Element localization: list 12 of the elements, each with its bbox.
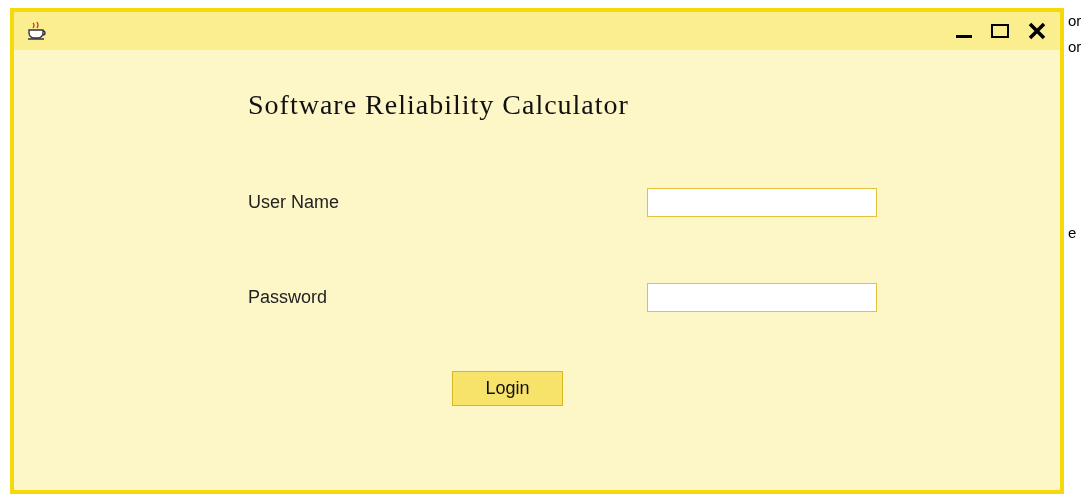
maximize-button[interactable] <box>990 21 1010 41</box>
app-heading: Software Reliability Calculator <box>248 88 630 122</box>
field-label: Password <box>248 286 329 309</box>
login-button[interactable]: Login <box>452 371 563 406</box>
background-text: or <box>1068 11 1083 31</box>
text-field[interactable] <box>647 188 877 217</box>
close-button[interactable] <box>1026 20 1048 42</box>
coffee-cup-icon <box>26 21 48 41</box>
background-text: e <box>1068 223 1078 243</box>
background-text: or <box>1068 37 1083 57</box>
field-label: User Name <box>248 191 341 214</box>
text-field[interactable] <box>647 283 877 312</box>
